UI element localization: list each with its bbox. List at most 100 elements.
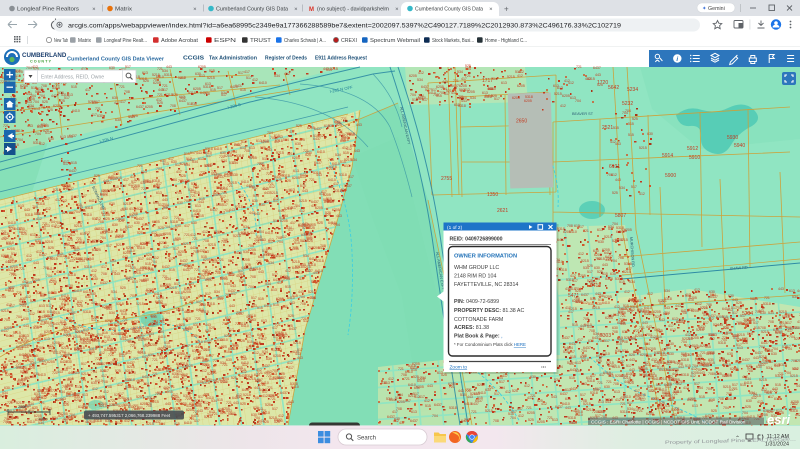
svg-text:6101: 6101 [609, 164, 620, 170]
svg-text:TRUST: TRUST [250, 38, 271, 44]
svg-text:525: 525 [137, 231, 143, 235]
svg-text:525: 525 [587, 264, 593, 268]
svg-text:704: 704 [164, 311, 170, 315]
svg-text:525: 525 [118, 396, 124, 400]
svg-text:630: 630 [115, 118, 121, 122]
svg-text:613: 613 [44, 337, 50, 341]
svg-text:708: 708 [170, 104, 176, 108]
svg-text:630: 630 [200, 303, 206, 307]
svg-text:708: 708 [179, 352, 185, 356]
svg-text:443: 443 [732, 298, 738, 302]
svg-text:721: 721 [190, 194, 196, 198]
svg-text:525: 525 [711, 409, 717, 413]
svg-text:515: 515 [285, 285, 291, 289]
svg-text:517: 517 [251, 296, 257, 300]
svg-text:Longleaf Pine Realt...: Longleaf Pine Realt... [104, 38, 147, 44]
svg-text:515: 515 [169, 268, 175, 272]
svg-text:412: 412 [202, 230, 208, 234]
svg-text:5318: 5318 [123, 403, 131, 407]
svg-text:721: 721 [337, 130, 343, 134]
svg-text:534: 534 [120, 184, 126, 188]
svg-text:525: 525 [90, 181, 96, 185]
svg-text:443: 443 [108, 175, 114, 179]
svg-text:Tax Administration: Tax Administration [209, 56, 257, 62]
svg-text:1350: 1350 [487, 192, 498, 198]
svg-text:5215: 5215 [74, 224, 82, 228]
svg-text:6437: 6437 [570, 368, 578, 372]
svg-text:517: 517 [732, 383, 738, 387]
svg-text:417: 417 [120, 100, 126, 104]
svg-text:412: 412 [307, 237, 313, 241]
svg-text:6205: 6205 [249, 156, 257, 160]
svg-text:443: 443 [758, 309, 764, 313]
svg-text:704: 704 [35, 132, 41, 136]
svg-text:6410: 6410 [264, 304, 272, 308]
svg-text:613: 613 [271, 288, 277, 292]
svg-text:704: 704 [250, 268, 256, 272]
svg-text:630: 630 [224, 174, 230, 178]
svg-text:5215: 5215 [238, 232, 246, 236]
svg-text:412: 412 [1, 237, 7, 241]
svg-text:✕: ✕ [489, 7, 493, 12]
svg-text:5215: 5215 [581, 259, 589, 263]
svg-text:525: 525 [120, 286, 126, 290]
svg-text:412: 412 [252, 78, 258, 82]
svg-text:704: 704 [646, 333, 652, 337]
svg-text:5318: 5318 [175, 291, 183, 295]
svg-text:5318: 5318 [89, 347, 97, 351]
svg-text:721: 721 [204, 393, 210, 397]
svg-text:721: 721 [597, 381, 603, 385]
svg-text:704: 704 [33, 100, 39, 104]
svg-text:5215: 5215 [583, 402, 591, 406]
svg-text:534: 534 [181, 374, 187, 378]
svg-text:417: 417 [50, 278, 56, 282]
svg-text:525: 525 [111, 332, 117, 336]
svg-text:534: 534 [162, 69, 168, 73]
svg-text:6410: 6410 [405, 370, 413, 374]
svg-text:412: 412 [424, 399, 430, 403]
svg-text:630: 630 [4, 386, 10, 390]
svg-text:525: 525 [325, 211, 331, 215]
svg-text:721: 721 [212, 412, 218, 416]
svg-text:704: 704 [125, 339, 131, 343]
svg-text:613: 613 [39, 304, 45, 308]
svg-text:704: 704 [69, 413, 75, 417]
svg-text:5215: 5215 [485, 409, 493, 413]
svg-text:443: 443 [675, 304, 681, 308]
svg-text:5215: 5215 [592, 306, 600, 310]
svg-text:Charles Schwab | A...: Charles Schwab | A... [284, 38, 326, 44]
svg-text:5318: 5318 [109, 348, 117, 352]
svg-text:534: 534 [109, 311, 115, 315]
svg-text:6410: 6410 [61, 294, 69, 298]
svg-text:443: 443 [23, 324, 29, 328]
svg-text:630: 630 [48, 137, 54, 141]
svg-text:525: 525 [48, 246, 54, 250]
svg-text:613: 613 [198, 157, 204, 161]
svg-text:6410: 6410 [744, 381, 752, 385]
svg-text:721: 721 [159, 320, 165, 324]
svg-text:Matrix: Matrix [115, 7, 133, 13]
svg-text:534: 534 [111, 290, 117, 294]
svg-text:6410: 6410 [15, 129, 23, 133]
svg-text:5318: 5318 [136, 336, 144, 340]
svg-text:✕: ✕ [395, 7, 399, 12]
svg-text:517: 517 [82, 331, 88, 335]
svg-text:630: 630 [134, 221, 140, 225]
svg-text:721: 721 [471, 410, 477, 414]
svg-text:704: 704 [156, 167, 162, 171]
svg-text:515: 515 [699, 395, 705, 399]
svg-text:525: 525 [106, 305, 112, 309]
svg-text:6205: 6205 [537, 420, 545, 424]
svg-text:443: 443 [615, 142, 621, 146]
svg-text:534: 534 [265, 282, 271, 286]
svg-text:534: 534 [766, 366, 772, 370]
svg-text:6437: 6437 [758, 363, 766, 367]
svg-text:613: 613 [565, 388, 571, 392]
svg-text:5215: 5215 [604, 235, 612, 239]
svg-text:5318: 5318 [6, 241, 14, 245]
svg-text:517: 517 [587, 270, 593, 274]
svg-text:5215: 5215 [13, 331, 21, 335]
svg-text:5318: 5318 [590, 391, 598, 395]
svg-text:443: 443 [61, 328, 67, 332]
svg-text:525: 525 [265, 403, 271, 407]
